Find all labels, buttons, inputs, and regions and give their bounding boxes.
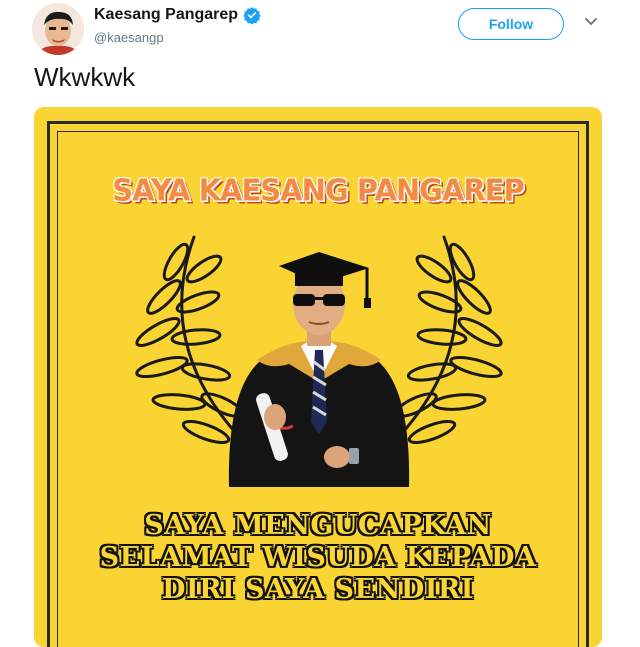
image-caption: SAYA MENGUCAPKAN SELAMAT WISUDA KEPADA D… bbox=[34, 510, 602, 606]
avatar[interactable] bbox=[32, 3, 84, 55]
image-caption-line: SELAMAT WISUDA KEPADA bbox=[99, 542, 537, 573]
image-caption-line: DIRI SAYA SENDIRI bbox=[162, 574, 474, 605]
graduate-photo bbox=[228, 252, 410, 487]
avatar-image bbox=[32, 3, 84, 55]
verified-badge-icon bbox=[243, 7, 261, 24]
chevron-down-icon[interactable] bbox=[584, 17, 598, 27]
image-headline: SAYA KAESANG PANGAREP bbox=[112, 172, 525, 208]
author-name-row[interactable]: Kaesang Pangarep bbox=[94, 6, 261, 24]
image-caption-line: SAYA MENGUCAPKAN bbox=[144, 510, 492, 541]
tweet-text: Wkwkwk bbox=[34, 62, 136, 92]
tweet-image[interactable]: SAYA KAESANG PANGAREP SAYA MENGUCAPKAN S… bbox=[34, 107, 602, 647]
follow-button[interactable]: Follow bbox=[458, 8, 564, 40]
author-handle[interactable]: @kaesangp bbox=[94, 30, 164, 45]
author-name[interactable]: Kaesang Pangarep bbox=[94, 6, 238, 24]
